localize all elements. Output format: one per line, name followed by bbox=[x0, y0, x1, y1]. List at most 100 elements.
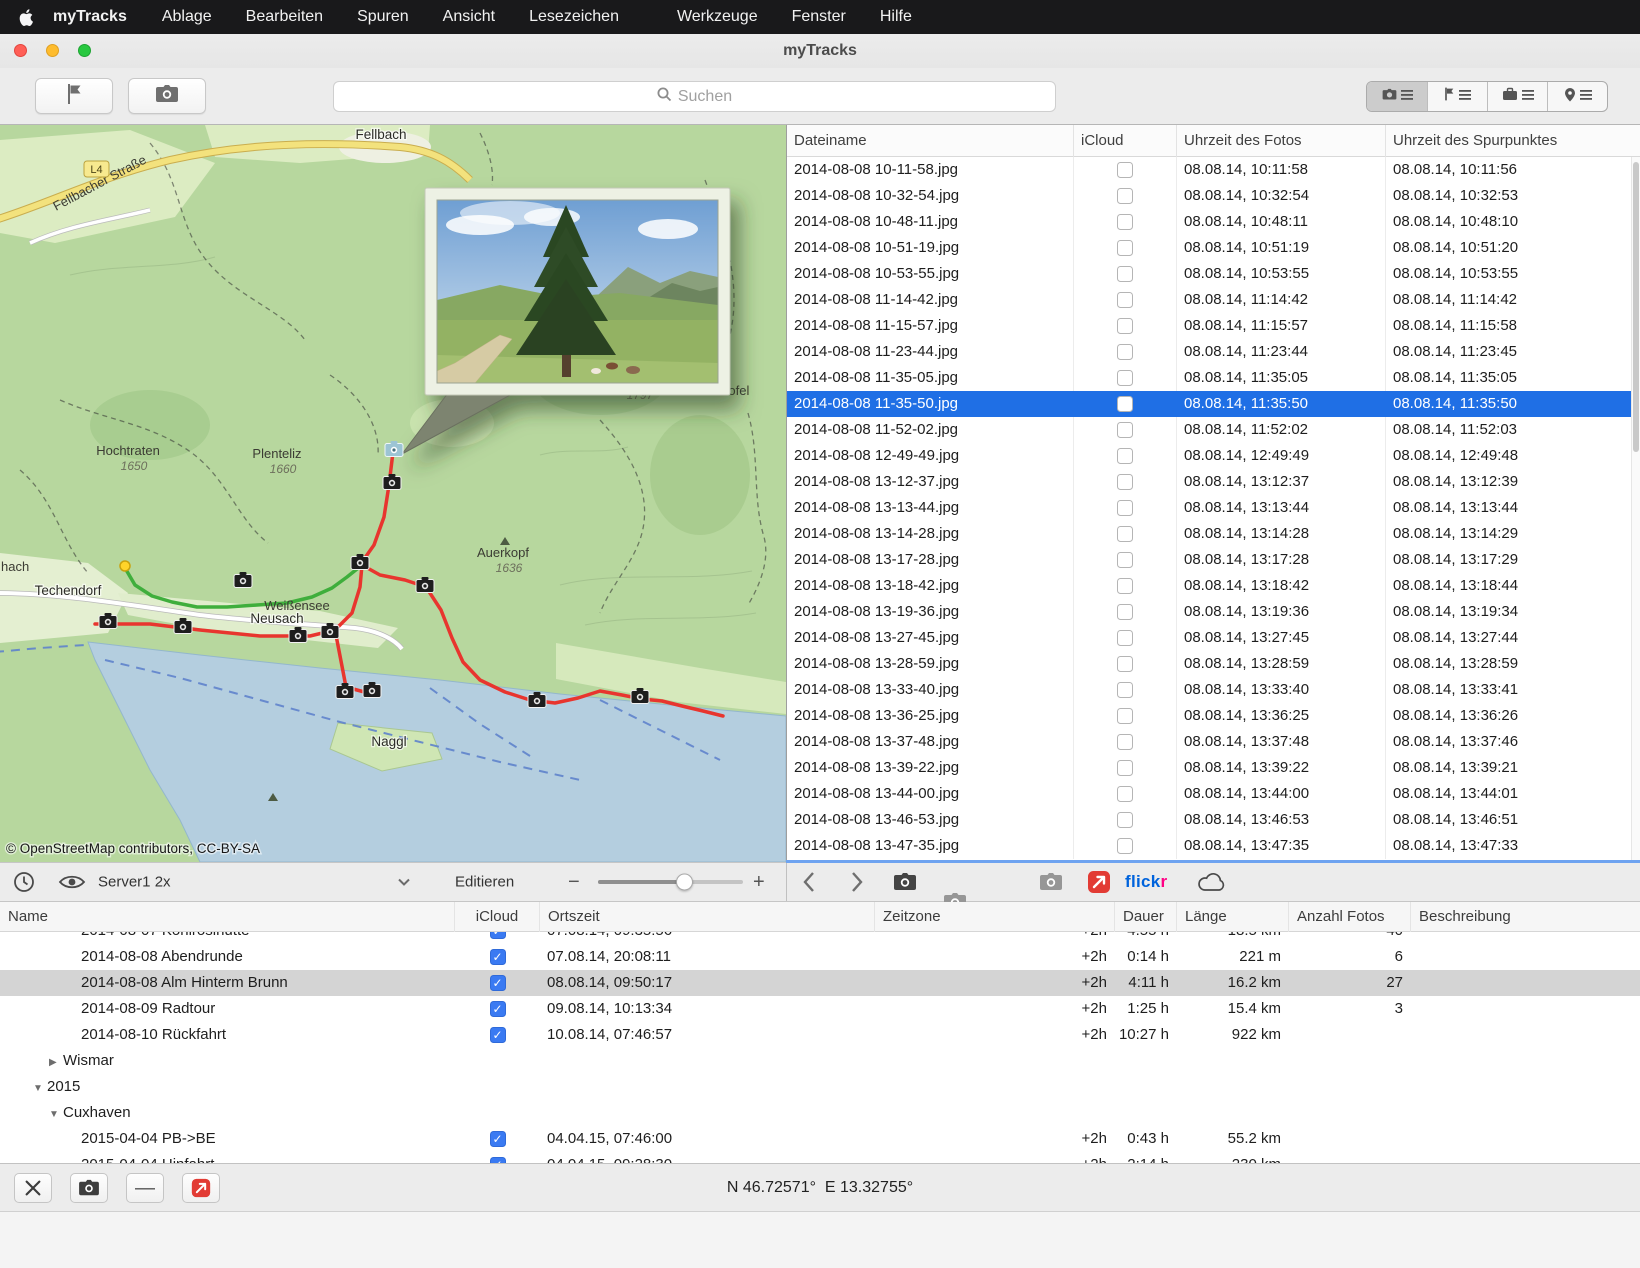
cloud-icon[interactable] bbox=[1197, 873, 1227, 892]
icloud-checkbox[interactable] bbox=[1117, 214, 1133, 230]
photo-row[interactable]: 2014-08-08 13-37-48.jpg08.08.14, 13:37:4… bbox=[787, 729, 1640, 755]
icloud-checkbox[interactable] bbox=[1117, 708, 1133, 724]
column-name[interactable]: Name bbox=[0, 902, 455, 932]
photo-row[interactable]: 2014-08-08 13-27-45.jpg08.08.14, 13:27:4… bbox=[787, 625, 1640, 651]
track-row[interactable]: ▶Wismar bbox=[0, 1048, 1640, 1074]
add-waypoint-button[interactable] bbox=[35, 78, 113, 114]
icloud-checkbox[interactable] bbox=[1117, 266, 1133, 282]
title-bar[interactable]: myTracks bbox=[0, 34, 1640, 68]
clock-icon[interactable] bbox=[12, 870, 36, 894]
photo-table-scrollbar[interactable] bbox=[1631, 157, 1640, 862]
disclosure-triangle[interactable]: ▶ bbox=[49, 1050, 63, 1074]
column-uhrzeit-fotos[interactable]: Uhrzeit des Fotos bbox=[1177, 125, 1386, 157]
photo-row[interactable]: 2014-08-08 11-35-50.jpg08.08.14, 11:35:5… bbox=[787, 391, 1640, 417]
icloud-checkbox[interactable] bbox=[1117, 656, 1133, 672]
add-photo-button[interactable] bbox=[128, 78, 206, 114]
icloud-checkbox[interactable] bbox=[1117, 630, 1133, 646]
scrollbar-thumb[interactable] bbox=[1633, 162, 1639, 452]
photo-row[interactable]: 2014-08-08 10-51-19.jpg08.08.14, 10:51:1… bbox=[787, 235, 1640, 261]
icloud-checkbox[interactable] bbox=[1117, 318, 1133, 334]
selected-photo-marker[interactable] bbox=[385, 441, 403, 457]
column-laenge[interactable]: Länge bbox=[1177, 902, 1289, 932]
icloud-checkbox[interactable] bbox=[1117, 734, 1133, 750]
eye-icon[interactable] bbox=[58, 874, 86, 890]
photo-row[interactable]: 2014-08-08 11-14-42.jpg08.08.14, 11:14:4… bbox=[787, 287, 1640, 313]
icloud-checkbox[interactable] bbox=[1117, 552, 1133, 568]
icloud-checkbox[interactable]: ✓ bbox=[490, 932, 506, 939]
menu-lesezeichen[interactable]: Lesezeichen bbox=[512, 8, 636, 26]
menu-fenster[interactable]: Fenster bbox=[775, 8, 863, 26]
photo-row[interactable]: 2014-08-08 10-32-54.jpg08.08.14, 10:32:5… bbox=[787, 183, 1640, 209]
photo-row[interactable]: 2014-08-08 11-23-44.jpg08.08.14, 11:23:4… bbox=[787, 339, 1640, 365]
photo-row[interactable]: 2014-08-08 13-39-22.jpg08.08.14, 13:39:2… bbox=[787, 755, 1640, 781]
map-svg[interactable]: Fellbach Fellbacher Straße L4 Hochtraten… bbox=[0, 125, 786, 862]
segment-archive-list[interactable] bbox=[1487, 82, 1547, 111]
column-ortszeit[interactable]: Ortszeit bbox=[540, 902, 875, 932]
photo-row[interactable]: 2014-08-08 13-18-42.jpg08.08.14, 13:18:4… bbox=[787, 573, 1640, 599]
track-row[interactable]: 2014-08-08 Abendrunde✓07.08.14, 20:08:11… bbox=[0, 944, 1640, 970]
photo-row[interactable]: 2014-08-08 10-48-11.jpg08.08.14, 10:48:1… bbox=[787, 209, 1640, 235]
back-button[interactable] bbox=[803, 872, 815, 892]
icloud-checkbox[interactable] bbox=[1117, 240, 1133, 256]
column-icloud[interactable]: iCloud bbox=[455, 902, 540, 932]
track-row[interactable]: 2015-04-04 Hinfahrt✓04.04.15, 09:28:30+2… bbox=[0, 1152, 1640, 1163]
zoom-slider[interactable] bbox=[598, 863, 743, 901]
camera-plain-button[interactable] bbox=[1039, 872, 1063, 892]
photo-row[interactable]: 2014-08-08 13-13-44.jpg08.08.14, 13:13:4… bbox=[787, 495, 1640, 521]
menu-ansicht[interactable]: Ansicht bbox=[426, 8, 512, 26]
track-row[interactable]: ▼2015 bbox=[0, 1074, 1640, 1100]
icloud-checkbox[interactable] bbox=[1117, 396, 1133, 412]
track-row[interactable]: 2014-08-08 Alm Hinterm Brunn✓08.08.14, 0… bbox=[0, 970, 1640, 996]
photo-row[interactable]: 2014-08-08 13-47-35.jpg08.08.14, 13:47:3… bbox=[787, 833, 1640, 859]
icloud-checkbox[interactable]: ✓ bbox=[490, 1131, 506, 1147]
zoom-in-button[interactable]: + bbox=[753, 872, 765, 892]
mytracks-export-icon[interactable] bbox=[1087, 870, 1111, 894]
track-row[interactable]: ▼Cuxhaven bbox=[0, 1100, 1640, 1126]
photo-row[interactable]: 2014-08-08 10-53-55.jpg08.08.14, 10:53:5… bbox=[787, 261, 1640, 287]
photo-row[interactable]: 2014-08-08 13-46-53.jpg08.08.14, 13:46:5… bbox=[787, 807, 1640, 833]
zoom-out-button[interactable]: − bbox=[568, 872, 580, 892]
icloud-checkbox[interactable] bbox=[1117, 812, 1133, 828]
icloud-checkbox[interactable] bbox=[1117, 162, 1133, 178]
icloud-checkbox[interactable] bbox=[1117, 474, 1133, 490]
photo-row[interactable]: 2014-08-08 13-44-00.jpg08.08.14, 13:44:0… bbox=[787, 781, 1640, 807]
map-source-popup[interactable]: Server1 2x bbox=[98, 874, 171, 891]
column-icloud[interactable]: iCloud bbox=[1074, 125, 1177, 157]
slider-knob[interactable] bbox=[676, 874, 693, 891]
icloud-checkbox[interactable]: ✓ bbox=[490, 949, 506, 965]
icloud-checkbox[interactable] bbox=[1117, 448, 1133, 464]
photo-row[interactable]: 2014-08-08 12-49-49.jpg08.08.14, 12:49:4… bbox=[787, 443, 1640, 469]
photo-row[interactable]: 2014-08-08 13-12-37.jpg08.08.14, 13:12:3… bbox=[787, 469, 1640, 495]
disclosure-triangle[interactable]: ▼ bbox=[49, 1102, 63, 1126]
column-dauer[interactable]: Dauer bbox=[1115, 902, 1177, 932]
icloud-checkbox[interactable] bbox=[1117, 760, 1133, 776]
search-field[interactable]: Suchen bbox=[333, 81, 1056, 112]
segment-waypoint-list[interactable] bbox=[1427, 82, 1487, 111]
icloud-checkbox[interactable] bbox=[1117, 292, 1133, 308]
photo-row[interactable]: 2014-08-08 11-52-02.jpg08.08.14, 11:52:0… bbox=[787, 417, 1640, 443]
icloud-checkbox[interactable] bbox=[1117, 188, 1133, 204]
column-dateiname[interactable]: Dateiname bbox=[787, 125, 1074, 157]
map-view[interactable]: Fellbach Fellbacher Straße L4 Hochtraten… bbox=[0, 125, 786, 862]
chevron-down-icon[interactable] bbox=[398, 878, 410, 886]
segment-photo-list[interactable] bbox=[1367, 82, 1427, 111]
forward-button[interactable] bbox=[851, 872, 863, 892]
column-uhrzeit-spurpunktes[interactable]: Uhrzeit des Spurpunktes bbox=[1386, 125, 1640, 157]
icloud-checkbox[interactable]: ✓ bbox=[490, 975, 506, 991]
column-anzahl-fotos[interactable]: Anzahl Fotos bbox=[1289, 902, 1411, 932]
edit-mode-label[interactable]: Editieren bbox=[455, 874, 514, 891]
icloud-checkbox[interactable] bbox=[1117, 500, 1133, 516]
column-zeitzone[interactable]: Zeitzone bbox=[875, 902, 1115, 932]
photo-row[interactable]: 2014-08-08 13-33-40.jpg08.08.14, 13:33:4… bbox=[787, 677, 1640, 703]
photo-row[interactable]: 2014-08-08 13-19-36.jpg08.08.14, 13:19:3… bbox=[787, 599, 1640, 625]
menu-bearbeiten[interactable]: Bearbeiten bbox=[229, 8, 340, 26]
photo-row[interactable]: 2014-08-08 13-36-25.jpg08.08.14, 13:36:2… bbox=[787, 703, 1640, 729]
menu-mytracks[interactable]: myTracks bbox=[41, 8, 145, 26]
icloud-checkbox[interactable] bbox=[1117, 682, 1133, 698]
track-row[interactable]: 2014-08-07 Kohlrösihütte✓07.08.14, 09:35… bbox=[0, 932, 1640, 944]
icloud-checkbox[interactable] bbox=[1117, 526, 1133, 542]
photo-row[interactable]: 2014-08-08 13-17-28.jpg08.08.14, 13:17:2… bbox=[787, 547, 1640, 573]
flickr-button[interactable]: flickr bbox=[1125, 872, 1167, 892]
icloud-checkbox[interactable]: ✓ bbox=[490, 1027, 506, 1043]
icloud-checkbox[interactable] bbox=[1117, 786, 1133, 802]
